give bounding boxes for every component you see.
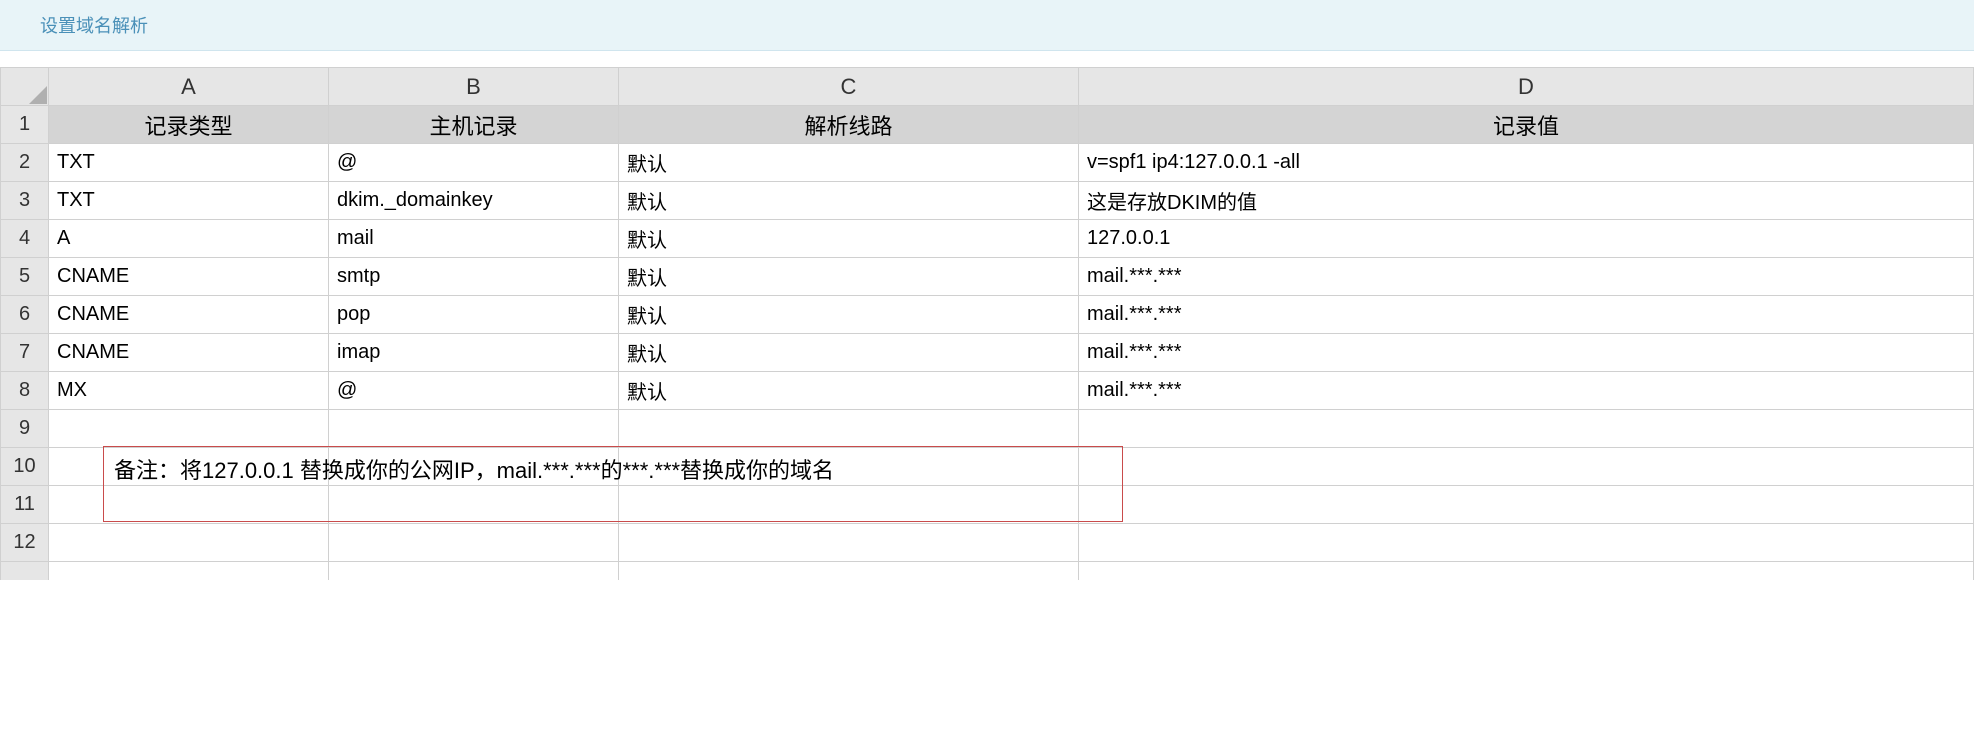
cell-d12[interactable] (1079, 524, 1974, 562)
cell-a2[interactable]: TXT (49, 144, 329, 182)
table-row (1, 562, 1974, 580)
cell-d10[interactable] (1079, 448, 1974, 486)
table-row: 8 MX @ 默认 mail.***.*** (1, 372, 1974, 410)
cell-a12[interactable] (49, 524, 329, 562)
row-header[interactable]: 4 (1, 220, 49, 258)
col-header-d[interactable]: D (1079, 68, 1974, 106)
row-header[interactable] (1, 562, 49, 580)
spreadsheet: A B C D 1 记录类型 主机记录 解析线路 记录值 2 TXT @ 默认 … (0, 51, 1974, 580)
cell-d11[interactable] (1079, 486, 1974, 524)
cell-a6[interactable]: CNAME (49, 296, 329, 334)
col-header-a[interactable]: A (49, 68, 329, 106)
row-header[interactable]: 10 (1, 448, 49, 486)
cell-b5[interactable]: smtp (329, 258, 619, 296)
cell-b10[interactable] (329, 448, 619, 486)
cell-d9[interactable] (1079, 410, 1974, 448)
table-row: 10 备注：将127.0.0.1 替换成你的公网IP，mail.***.***的… (1, 448, 1974, 486)
cell-d6[interactable]: mail.***.*** (1079, 296, 1974, 334)
table-row: 3 TXT dkim._domainkey 默认 这是存放DKIM的值 (1, 182, 1974, 220)
corner-triangle-icon (29, 86, 47, 104)
cell-c3[interactable]: 默认 (619, 182, 1079, 220)
cell-c11[interactable] (619, 486, 1079, 524)
cell-b2[interactable]: @ (329, 144, 619, 182)
cell-c10[interactable] (619, 448, 1079, 486)
cell-d4[interactable]: 127.0.0.1 (1079, 220, 1974, 258)
cell-b12[interactable] (329, 524, 619, 562)
column-header-row: A B C D (1, 68, 1974, 106)
row-header[interactable]: 9 (1, 410, 49, 448)
row-header[interactable]: 12 (1, 524, 49, 562)
cell-d8[interactable]: mail.***.*** (1079, 372, 1974, 410)
header-resolve-line[interactable]: 解析线路 (619, 106, 1079, 144)
header-record-value[interactable]: 记录值 (1079, 106, 1974, 144)
table-row: 7 CNAME imap 默认 mail.***.*** (1, 334, 1974, 372)
cell-a8[interactable]: MX (49, 372, 329, 410)
cell-a11[interactable] (49, 486, 329, 524)
cell-a5[interactable]: CNAME (49, 258, 329, 296)
cell-d5[interactable]: mail.***.*** (1079, 258, 1974, 296)
row-header[interactable]: 1 (1, 106, 49, 144)
cell-a4[interactable]: A (49, 220, 329, 258)
row-header[interactable]: 11 (1, 486, 49, 524)
cell-b4[interactable]: mail (329, 220, 619, 258)
cell-c9[interactable] (619, 410, 1079, 448)
cell-b3[interactable]: dkim._domainkey (329, 182, 619, 220)
cell-b11[interactable] (329, 486, 619, 524)
col-header-b[interactable]: B (329, 68, 619, 106)
row-header[interactable]: 8 (1, 372, 49, 410)
table-row: 12 (1, 524, 1974, 562)
table-row: 6 CNAME pop 默认 mail.***.*** (1, 296, 1974, 334)
cell-a3[interactable]: TXT (49, 182, 329, 220)
cell-b6[interactable]: pop (329, 296, 619, 334)
page-title: 设置域名解析 (40, 16, 148, 36)
cell-a7[interactable]: CNAME (49, 334, 329, 372)
dns-table: A B C D 1 记录类型 主机记录 解析线路 记录值 2 TXT @ 默认 … (0, 67, 1974, 580)
row-header[interactable]: 5 (1, 258, 49, 296)
cell-c2[interactable]: 默认 (619, 144, 1079, 182)
cell-d7[interactable]: mail.***.*** (1079, 334, 1974, 372)
cell-b9[interactable] (329, 410, 619, 448)
col-header-c[interactable]: C (619, 68, 1079, 106)
table-row: 11 (1, 486, 1974, 524)
row-header[interactable]: 2 (1, 144, 49, 182)
cell-d2[interactable]: v=spf1 ip4:127.0.0.1 -all (1079, 144, 1974, 182)
table-row: 9 (1, 410, 1974, 448)
header-record-type[interactable]: 记录类型 (49, 106, 329, 144)
table-row: 2 TXT @ 默认 v=spf1 ip4:127.0.0.1 -all (1, 144, 1974, 182)
cell-c4[interactable]: 默认 (619, 220, 1079, 258)
row-header[interactable]: 3 (1, 182, 49, 220)
title-bar: 设置域名解析 (0, 0, 1974, 51)
cell-d3[interactable]: 这是存放DKIM的值 (1079, 182, 1974, 220)
row-header[interactable]: 7 (1, 334, 49, 372)
cell-c7[interactable]: 默认 (619, 334, 1079, 372)
select-all-corner[interactable] (1, 68, 49, 106)
row-header[interactable]: 6 (1, 296, 49, 334)
table-row: 5 CNAME smtp 默认 mail.***.*** (1, 258, 1974, 296)
cell-c5[interactable]: 默认 (619, 258, 1079, 296)
cell-c6[interactable]: 默认 (619, 296, 1079, 334)
cell-a10[interactable]: 备注：将127.0.0.1 替换成你的公网IP，mail.***.***的***… (49, 448, 329, 486)
table-row: 4 A mail 默认 127.0.0.1 (1, 220, 1974, 258)
header-host-record[interactable]: 主机记录 (329, 106, 619, 144)
cell-b7[interactable]: imap (329, 334, 619, 372)
cell-b8[interactable]: @ (329, 372, 619, 410)
table-row: 1 记录类型 主机记录 解析线路 记录值 (1, 106, 1974, 144)
cell-c12[interactable] (619, 524, 1079, 562)
cell-a9[interactable] (49, 410, 329, 448)
cell-c8[interactable]: 默认 (619, 372, 1079, 410)
